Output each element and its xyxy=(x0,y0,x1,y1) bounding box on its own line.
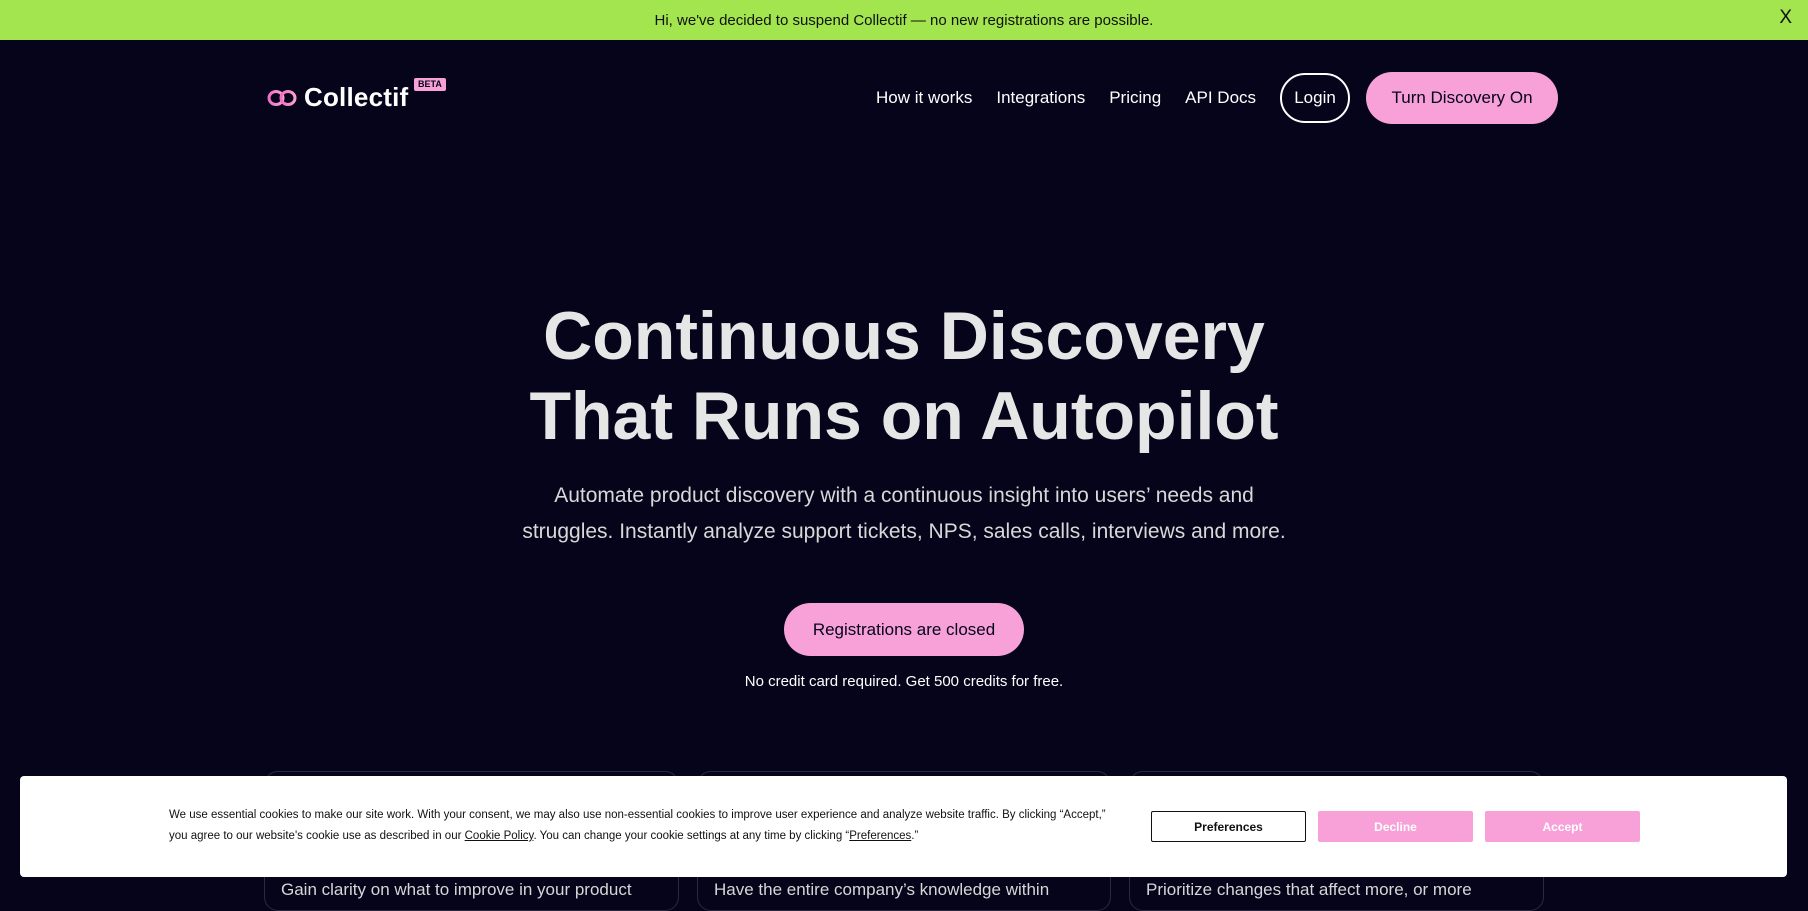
announcement-banner: Hi, we've decided to suspend Collectif —… xyxy=(0,0,1808,40)
preferences-link[interactable]: Preferences xyxy=(849,830,911,842)
nav-link-api-docs[interactable]: API Docs xyxy=(1185,88,1256,108)
feature-card-text: Gain clarity on what to improve in your … xyxy=(281,880,632,899)
preferences-button[interactable]: Preferences xyxy=(1151,811,1306,842)
turn-discovery-on-button[interactable]: Turn Discovery On xyxy=(1366,72,1559,124)
infinity-loop-icon xyxy=(267,89,297,106)
nav-link-how-it-works[interactable]: How it works xyxy=(876,88,972,108)
banner-message: Hi, we've decided to suspend Collectif —… xyxy=(654,11,1154,29)
registrations-closed-button[interactable]: Registrations are closed xyxy=(784,603,1024,656)
brand-logo[interactable]: Collectif BETA xyxy=(267,78,446,113)
hero-title-line-1: Continuous Discovery xyxy=(543,298,1265,374)
credit-note: No credit card required. Get 500 credits… xyxy=(744,673,1064,690)
beta-badge: BETA xyxy=(414,78,446,91)
feature-card-text: Have the entire company’s knowledge with… xyxy=(714,880,1050,899)
nav-link-pricing[interactable]: Pricing xyxy=(1109,88,1161,108)
hero-subtitle-line-2: struggles. Instantly analyze support tic… xyxy=(522,520,1286,543)
hero-subtitle-line-1: Automate product discovery with a contin… xyxy=(554,484,1254,507)
cookie-text-part: . You can change your cookie settings at… xyxy=(533,830,850,842)
cookie-text-part: .” xyxy=(911,830,919,842)
brand-name: Collectif xyxy=(304,82,409,112)
accept-button[interactable]: Accept xyxy=(1485,811,1640,842)
close-icon[interactable]: X xyxy=(1779,7,1792,29)
nav-link-integrations[interactable]: Integrations xyxy=(996,88,1085,108)
cookie-policy-link[interactable]: Cookie Policy xyxy=(465,830,534,842)
hero-title: Continuous Discovery That Runs on Autopi… xyxy=(0,296,1808,456)
feature-card-text: Prioritize changes that affect more, or … xyxy=(1146,880,1472,899)
cookie-consent-banner: We use essential cookies to make our sit… xyxy=(20,776,1787,877)
hero-title-line-2: That Runs on Autopilot xyxy=(529,378,1279,454)
hero-subtitle: Automate product discovery with a contin… xyxy=(0,478,1808,550)
main-nav: How it works Integrations Pricing API Do… xyxy=(876,72,1559,124)
cookie-message: We use essential cookies to make our sit… xyxy=(169,805,1119,847)
login-button[interactable]: Login xyxy=(1280,73,1351,123)
decline-button[interactable]: Decline xyxy=(1318,811,1473,842)
